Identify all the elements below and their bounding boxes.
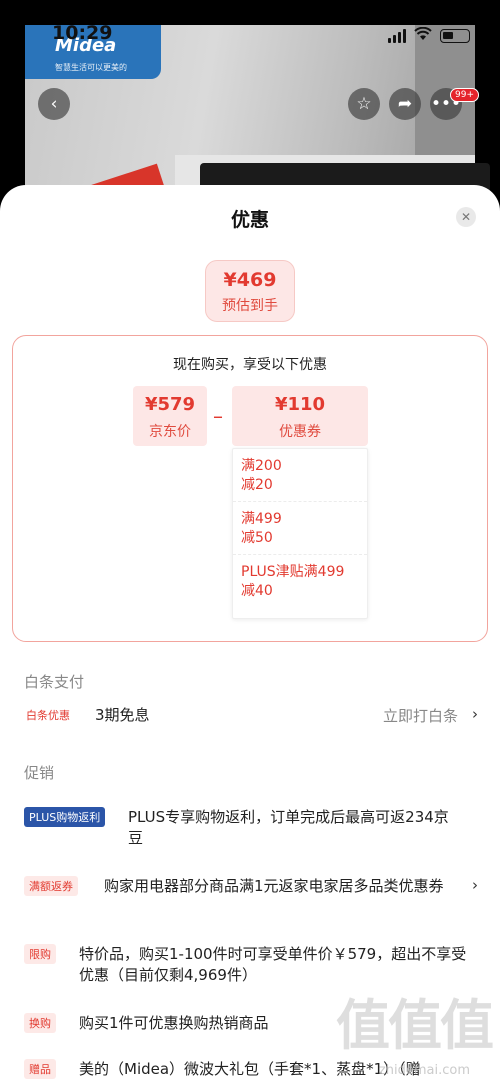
jd-price-amount: ¥579: [144, 394, 196, 415]
coupon-total-card: ¥110 优惠券: [232, 386, 368, 446]
more-count-badge: 99+: [450, 88, 479, 102]
brand-slogan: 智慧生活可以更美的: [55, 63, 127, 72]
discount-calculation: 现在购买，享受以下优惠 ¥579 京东价 – ¥110 优惠券 满200 减20…: [12, 335, 488, 642]
coupon-condition: 满200: [241, 458, 282, 474]
baitiao-text: 3期免息: [95, 706, 150, 724]
promo-text: PLUS专享购物返利，订单完成后最高可返234京豆: [128, 808, 449, 847]
chevron-right-icon: ›: [472, 876, 478, 894]
chevron-left-icon: ‹: [50, 94, 58, 114]
status-time: 10:29: [52, 22, 113, 44]
sheet-title: 优惠: [230, 209, 269, 231]
close-button[interactable]: ✕: [456, 207, 476, 227]
coupon-item: 满499 减50: [233, 502, 367, 555]
minus-operator: –: [213, 404, 223, 428]
final-price-card: ¥469 预估到手: [205, 260, 295, 322]
jd-price-card: ¥579 京东价: [133, 386, 207, 446]
discount-sheet: 优惠 ✕ ¥469 预估到手 现在购买，享受以下优惠 ¥579 京东价 – ¥1…: [0, 185, 500, 1082]
promo-item-coupon-return[interactable]: 满额返券 购家用电器部分商品满1元返家电家居多品类优惠券 ›: [24, 876, 484, 920]
promo-text: 特价品，购买1-100件时可享受单件价￥579，超出不享受优惠（目前仅剩4,96…: [79, 945, 467, 984]
coupon-discount: 减20: [241, 477, 273, 493]
favorite-button[interactable]: ☆: [348, 88, 380, 120]
coupon-discount: 减40: [241, 583, 273, 599]
final-price-amount: ¥469: [223, 269, 277, 291]
promo-tag: 换购: [24, 1013, 56, 1033]
watermark-logo: 值值值: [336, 994, 494, 1057]
coupon-condition: PLUS津贴满499: [241, 564, 345, 580]
coupon-total-label: 优惠券: [279, 424, 321, 440]
promo-tag: 满额返券: [24, 876, 78, 896]
promo-section-title: 促销: [24, 764, 55, 782]
promo-tag: 限购: [24, 944, 56, 964]
chevron-right-icon: ›: [472, 705, 478, 723]
baitiao-row[interactable]: 白条优惠 3期免息 立即打白条 ›: [24, 705, 484, 727]
close-icon: ✕: [460, 210, 472, 224]
calc-heading: 现在购买，享受以下优惠: [173, 357, 327, 373]
coupon-breakdown-list: 满200 减20 满499 减50 PLUS津贴满499 减40: [232, 448, 368, 619]
wifi-icon: [414, 26, 432, 45]
promo-text: 购家用电器部分商品满1元返家电家居多品类优惠券: [104, 877, 444, 895]
promo-tag: 赠品: [24, 1059, 56, 1079]
jd-price-label: 京东价: [149, 424, 191, 440]
coupon-condition: 满499: [241, 511, 282, 527]
status-icons: [388, 26, 470, 45]
final-price-label: 预估到手: [222, 298, 278, 314]
promo-item-plus[interactable]: PLUS购物返利 PLUS专享购物返利，订单完成后最高可返234京豆: [24, 807, 484, 851]
share-icon: ➦: [397, 94, 413, 114]
coupon-item: PLUS津贴满499 减40: [233, 555, 367, 607]
coupon-item: 满200 减20: [233, 449, 367, 502]
coupon-discount: 减50: [241, 530, 273, 546]
baitiao-tag: 白条优惠: [26, 709, 70, 722]
baitiao-action-link[interactable]: 立即打白条: [383, 705, 458, 726]
share-button[interactable]: ➦: [389, 88, 421, 120]
product-page-background: 365 Midea 智慧生活可以更美的 10:29 ‹ ☆ ➦ ••• 99+: [0, 0, 500, 227]
back-button[interactable]: ‹: [38, 88, 70, 120]
star-icon: ☆: [356, 94, 372, 114]
baitiao-section-title: 白条支付: [24, 673, 85, 691]
coupon-total-amount: ¥110: [274, 394, 326, 415]
watermark-url: zhidemai.com: [378, 1063, 470, 1078]
battery-icon: [440, 28, 470, 43]
signal-icon: [388, 28, 406, 43]
promo-tag: PLUS购物返利: [24, 807, 106, 827]
